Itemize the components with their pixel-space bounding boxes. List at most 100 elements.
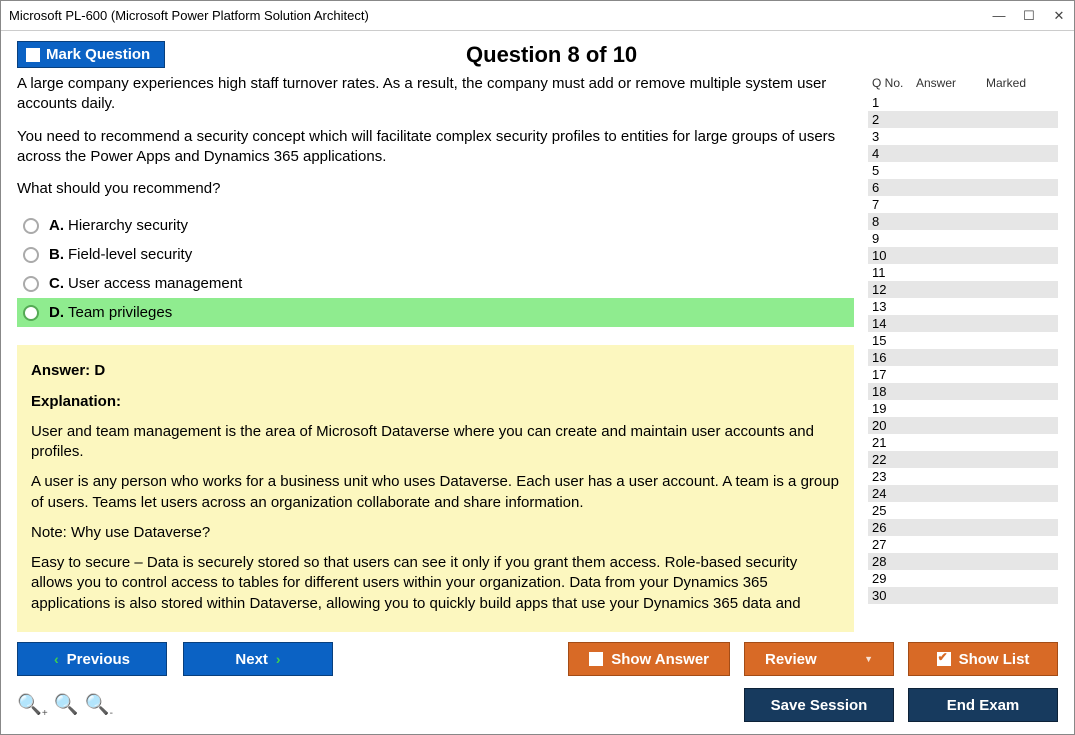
q-no: 5	[872, 163, 916, 178]
question-para-2: You need to recommend a security concept…	[17, 127, 854, 168]
question-scroll-area[interactable]: A large company experiences high staff t…	[17, 74, 858, 632]
question-list[interactable]: 1234567891011121314151617181920212223242…	[868, 94, 1058, 632]
explanation-para-3: Note: Why use Dataverse?	[31, 523, 840, 543]
question-list-row[interactable]: 15	[868, 332, 1058, 349]
question-list-row[interactable]: 20	[868, 417, 1058, 434]
radio-icon[interactable]	[23, 305, 39, 321]
right-button-group-2: Save Session End Exam	[744, 688, 1058, 722]
previous-button[interactable]: ‹ Previous	[17, 642, 167, 676]
titlebar: Microsoft PL-600 (Microsoft Power Platfo…	[1, 1, 1074, 31]
zoom-reset-icon[interactable]: 🔍	[54, 692, 79, 719]
option-c[interactable]: C.User access management	[17, 269, 854, 298]
option-d-label: D.	[49, 304, 64, 321]
chevron-down-icon: ▼	[864, 654, 873, 664]
checkbox-icon	[26, 48, 40, 62]
option-b[interactable]: B.Field-level security	[17, 240, 854, 269]
show-answer-label: Show Answer	[611, 651, 709, 668]
question-list-row[interactable]: 23	[868, 468, 1058, 485]
review-dropdown[interactable]: Review ▼	[744, 642, 894, 676]
question-list-row[interactable]: 27	[868, 536, 1058, 553]
show-answer-button[interactable]: Show Answer	[568, 642, 730, 676]
question-list-row[interactable]: 14	[868, 315, 1058, 332]
q-no: 24	[872, 486, 916, 501]
save-session-button[interactable]: Save Session	[744, 688, 894, 722]
question-list-row[interactable]: 4	[868, 145, 1058, 162]
zoom-in-icon[interactable]: 🔍+	[17, 692, 48, 719]
question-list-row[interactable]: 22	[868, 451, 1058, 468]
question-list-row[interactable]: 8	[868, 213, 1058, 230]
review-label: Review	[765, 651, 817, 668]
explanation-para-4: Easy to secure – Data is securely stored…	[31, 553, 840, 614]
q-no: 29	[872, 571, 916, 586]
radio-icon[interactable]	[23, 218, 39, 234]
window-controls: — ☐ ✕	[992, 8, 1066, 24]
zoom-controls: 🔍+ 🔍 🔍-	[17, 692, 113, 719]
answer-explanation-panel: Answer: D Explanation: User and team man…	[17, 345, 854, 632]
question-list-wrap: 1234567891011121314151617181920212223242…	[868, 94, 1058, 632]
show-list-label: Show List	[959, 651, 1030, 668]
explanation-label: Explanation:	[31, 392, 840, 412]
radio-icon[interactable]	[23, 247, 39, 263]
question-list-row[interactable]: 25	[868, 502, 1058, 519]
q-no: 27	[872, 537, 916, 552]
q-no: 16	[872, 350, 916, 365]
question-list-row[interactable]: 13	[868, 298, 1058, 315]
question-list-row[interactable]: 11	[868, 264, 1058, 281]
col-q-no: Q No.	[872, 76, 916, 90]
q-no: 17	[872, 367, 916, 382]
body-row: ▴ ▾ A large company experiences high sta…	[1, 74, 1074, 632]
question-list-row[interactable]: 3	[868, 128, 1058, 145]
q-no: 6	[872, 180, 916, 195]
question-para-3: What should you recommend?	[17, 179, 854, 199]
q-no: 25	[872, 503, 916, 518]
radio-icon[interactable]	[23, 276, 39, 292]
question-list-row[interactable]: 26	[868, 519, 1058, 536]
question-counter-title: Question 8 of 10	[165, 42, 1058, 68]
question-list-row[interactable]: 24	[868, 485, 1058, 502]
option-a-text: Hierarchy security	[68, 217, 188, 234]
checkbox-icon	[589, 652, 603, 666]
minimize-icon[interactable]: —	[992, 8, 1006, 24]
show-list-button[interactable]: Show List	[908, 642, 1058, 676]
nav-left-group: ‹ Previous Next ›	[17, 642, 333, 676]
q-no: 21	[872, 435, 916, 450]
checkbox-checked-icon	[937, 652, 951, 666]
question-list-row[interactable]: 29	[868, 570, 1058, 587]
col-marked: Marked	[986, 76, 1058, 90]
question-list-row[interactable]: 12	[868, 281, 1058, 298]
mark-question-button[interactable]: Mark Question	[17, 41, 165, 68]
question-list-row[interactable]: 21	[868, 434, 1058, 451]
question-list-row[interactable]: 18	[868, 383, 1058, 400]
end-exam-button[interactable]: End Exam	[908, 688, 1058, 722]
app-window: Microsoft PL-600 (Microsoft Power Platfo…	[0, 0, 1075, 735]
question-list-row[interactable]: 28	[868, 553, 1058, 570]
next-button[interactable]: Next ›	[183, 642, 333, 676]
q-no: 18	[872, 384, 916, 399]
question-list-row[interactable]: 9	[868, 230, 1058, 247]
q-no: 11	[872, 265, 916, 280]
question-list-row[interactable]: 1	[868, 94, 1058, 111]
next-label: Next	[235, 651, 268, 668]
q-no: 9	[872, 231, 916, 246]
question-list-row[interactable]: 30	[868, 587, 1058, 604]
question-list-row[interactable]: 19	[868, 400, 1058, 417]
question-list-row[interactable]: 2	[868, 111, 1058, 128]
question-list-header: Q No. Answer Marked	[868, 74, 1058, 94]
option-d-text: Team privileges	[68, 304, 172, 321]
question-list-row[interactable]: 16	[868, 349, 1058, 366]
option-d[interactable]: D.Team privileges	[17, 298, 854, 327]
zoom-out-icon[interactable]: 🔍-	[85, 692, 113, 719]
question-list-row[interactable]: 6	[868, 179, 1058, 196]
question-list-row[interactable]: 17	[868, 366, 1058, 383]
header-row: Mark Question Question 8 of 10	[1, 31, 1074, 74]
option-a[interactable]: A.Hierarchy security	[17, 211, 854, 240]
save-session-label: Save Session	[771, 697, 868, 714]
question-list-row[interactable]: 7	[868, 196, 1058, 213]
explanation-para-2: A user is any person who works for a bus…	[31, 472, 840, 513]
question-column: ▴ ▾ A large company experiences high sta…	[17, 74, 858, 632]
maximize-icon[interactable]: ☐	[1022, 8, 1036, 24]
question-list-row[interactable]: 10	[868, 247, 1058, 264]
chevron-right-icon: ›	[276, 651, 281, 667]
question-list-row[interactable]: 5	[868, 162, 1058, 179]
close-icon[interactable]: ✕	[1052, 8, 1066, 24]
